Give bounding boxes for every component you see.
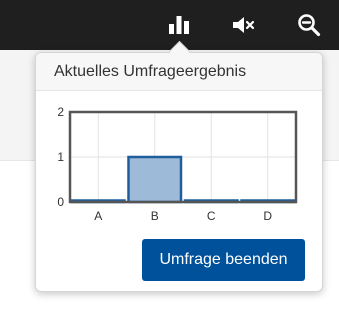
x-tick-label: B (151, 209, 159, 223)
popover-title: Aktuelles Umfrageergebnis (54, 62, 247, 80)
x-tick-label: A (94, 209, 102, 223)
y-tick-label: 0 (57, 195, 64, 209)
zoom-out-icon[interactable] (296, 12, 322, 38)
y-tick-label: 1 (57, 150, 64, 164)
bar-chart-icon[interactable] (166, 12, 192, 38)
mute-icon[interactable] (230, 12, 256, 38)
x-tick-label: D (263, 209, 272, 223)
end-poll-button[interactable]: Umfrage beenden (142, 239, 305, 281)
bar-b (127, 155, 183, 204)
x-tick-label: C (207, 209, 216, 223)
poll-result-popover: Aktuelles Umfrageergebnis 0 1 2 A B C D Umfrag… (35, 52, 323, 292)
y-tick-label: 2 (57, 105, 64, 119)
top-toolbar (0, 0, 339, 50)
